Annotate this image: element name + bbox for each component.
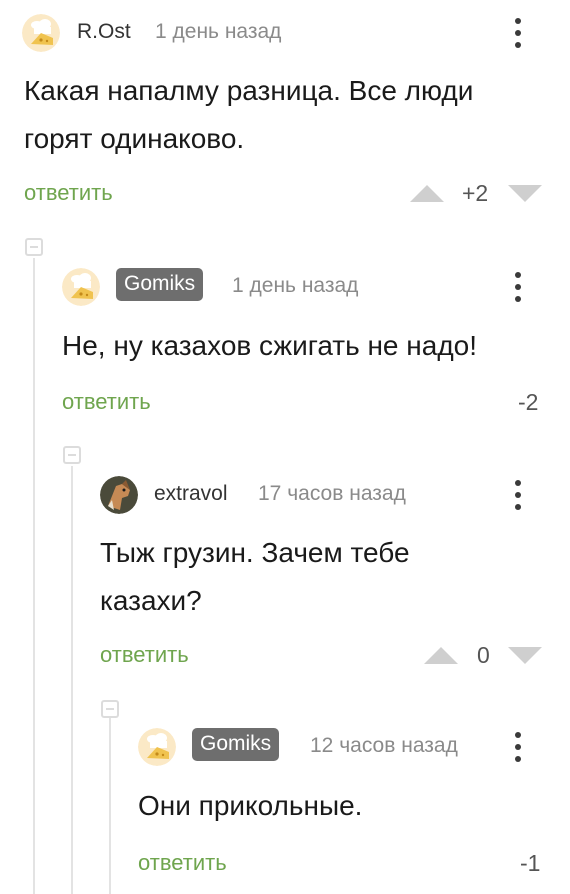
comment-text-line: Они прикольные. <box>138 790 363 821</box>
chef-avatar-icon[interactable] <box>138 728 176 766</box>
username[interactable]: R.Ost <box>77 20 131 44</box>
reply-link[interactable]: ответить <box>62 389 151 415</box>
comment-text-line: горят одинаково. <box>24 123 245 154</box>
comment-text-line: казахи? <box>100 585 202 616</box>
comment-text-line: Тыж грузин. Зачем тебе <box>100 537 410 568</box>
downvote-arrow-icon[interactable] <box>508 647 542 664</box>
username-badge[interactable]: Gomiks <box>192 728 280 761</box>
downvote-arrow-icon[interactable] <box>508 185 542 202</box>
comment-text-line: Не, ну казахов сжигать не надо! <box>62 330 478 361</box>
rating: 0 <box>477 642 490 668</box>
timestamp: 17 часов назад <box>258 482 406 505</box>
comment-text-line: Какая напалму разница. Все люди <box>24 75 474 106</box>
thread-line <box>33 258 35 894</box>
kebab-menu-icon[interactable] <box>513 730 523 764</box>
rating: +2 <box>462 180 489 206</box>
kebab-menu-icon[interactable] <box>513 16 523 50</box>
collapse-icon[interactable] <box>101 700 119 718</box>
reply-link[interactable]: ответить <box>100 642 189 668</box>
timestamp: 1 день назад <box>155 20 282 43</box>
collapse-icon[interactable] <box>63 446 81 464</box>
upvote-arrow-icon[interactable] <box>424 647 458 664</box>
timestamp: 12 часов назад <box>310 734 458 757</box>
rating: -1 <box>520 850 541 876</box>
reply-link[interactable]: ответить <box>24 180 113 206</box>
upvote-arrow-icon[interactable] <box>410 185 444 202</box>
reply-link[interactable]: ответить <box>138 850 227 876</box>
chef-avatar-icon[interactable] <box>22 14 60 52</box>
timestamp: 1 день назад <box>232 274 359 297</box>
kebab-menu-icon[interactable] <box>513 478 523 512</box>
username-badge[interactable]: Gomiks <box>116 268 204 301</box>
kebab-menu-icon[interactable] <box>513 270 523 304</box>
rating: -2 <box>518 389 539 415</box>
thread-line <box>71 466 73 894</box>
thread-line <box>109 718 111 894</box>
chef-avatar-icon[interactable] <box>62 268 100 306</box>
collapse-icon[interactable] <box>25 238 43 256</box>
username[interactable]: extravol <box>154 482 228 506</box>
dog-avatar-icon[interactable] <box>100 476 138 514</box>
